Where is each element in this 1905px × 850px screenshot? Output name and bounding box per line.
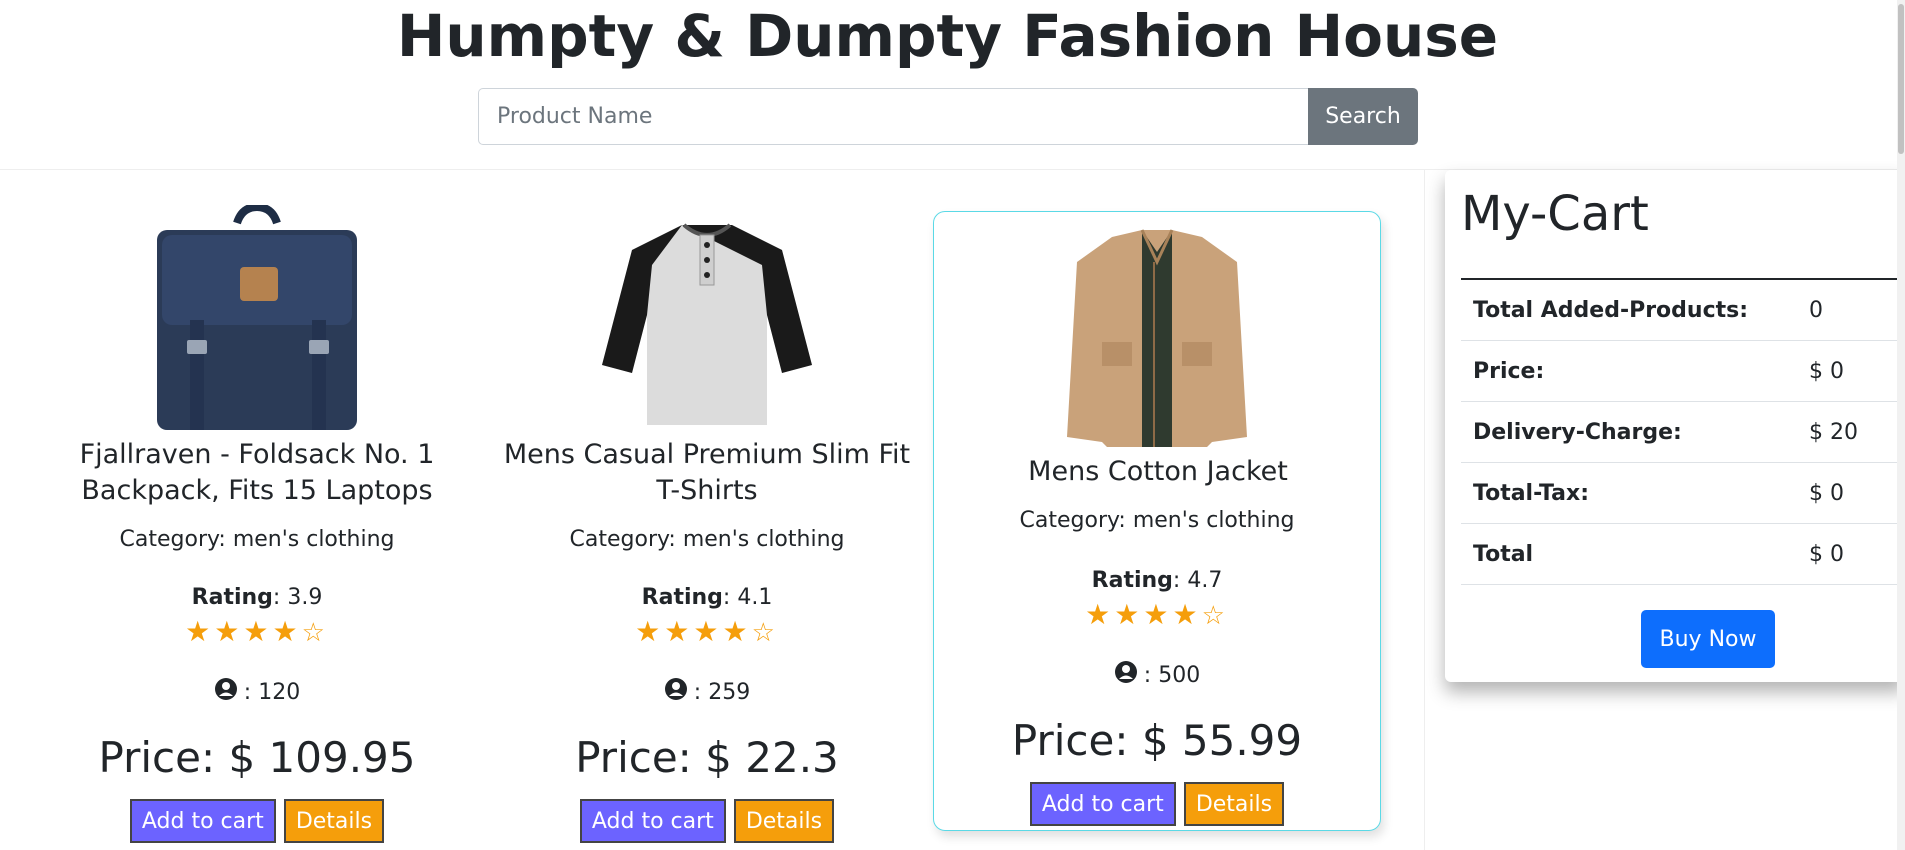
card-actions: Add to cart Details — [483, 799, 931, 843]
cart-row-label: Total Added-Products: — [1473, 297, 1749, 323]
product-price: Price: $ 109.95 — [98, 733, 416, 782]
star-icon: ★ — [214, 615, 244, 648]
page-scrollbar[interactable] — [1897, 0, 1905, 850]
buy-now-button[interactable]: Buy Now — [1641, 610, 1775, 668]
star-icon: ★ — [635, 615, 665, 648]
star-icon: ★ — [1114, 598, 1144, 631]
card-actions: Add to cart Details — [934, 782, 1380, 826]
star-icon: ★ — [185, 615, 215, 648]
cart-row-label: Total — [1473, 541, 1534, 567]
add-to-cart-button[interactable]: Add to cart — [579, 799, 726, 843]
header: Humpty & Dumpty Fashion House Search — [0, 0, 1905, 170]
user-circle-icon — [214, 677, 238, 707]
star-half-icon: ☆ — [1201, 601, 1229, 631]
star-icon: ★ — [664, 615, 694, 648]
details-button[interactable]: Details — [283, 799, 385, 843]
scrollbar-thumb[interactable] — [1898, 4, 1904, 154]
cart-row-value: 0 — [1809, 297, 1823, 323]
star-half-icon: ☆ — [301, 618, 329, 648]
search-input[interactable] — [478, 88, 1308, 145]
star-icon: ★ — [1172, 598, 1202, 631]
product-card: Fjallraven - Foldsack No. 1 Backpack, Fi… — [33, 205, 481, 843]
product-rating: Rating: 4.7 — [934, 568, 1380, 593]
star-icon: ★ — [1143, 598, 1173, 631]
cart-title: My-Cart — [1461, 186, 1649, 242]
cart-row-value: $ 0 — [1809, 541, 1844, 567]
user-circle-icon — [664, 677, 688, 707]
cart-row-delivery: Delivery-Charge: $ 20 — [1461, 402, 1905, 463]
rating-count: : 500 — [934, 660, 1380, 690]
cart-row-value: $ 0 — [1809, 480, 1844, 506]
rating-label: Rating — [1091, 568, 1173, 593]
rating-label: Rating — [641, 585, 723, 610]
rating-value: : 4.1 — [722, 585, 773, 610]
rating-value: : 3.9 — [272, 585, 323, 610]
cart-row-tax: Total-Tax: $ 0 — [1461, 463, 1905, 524]
search-bar: Search — [478, 88, 1418, 145]
product-category: Category: men's clothing — [119, 527, 395, 552]
rating-count-value: : 500 — [1143, 662, 1201, 688]
star-icon: ★ — [272, 615, 302, 648]
star-rating: ★★★★☆ — [483, 615, 931, 648]
details-button[interactable]: Details — [1183, 782, 1285, 826]
user-circle-icon — [1114, 660, 1138, 690]
cart-row-value: $ 0 — [1809, 358, 1844, 384]
cart-row-label: Price: — [1473, 358, 1545, 384]
rating-value: : 4.7 — [1172, 568, 1223, 593]
product-title[interactable]: Mens Casual Premium Slim Fit T-Shirts — [493, 437, 921, 509]
backpack-image[interactable] — [33, 205, 481, 435]
cart-row-price: Price: $ 0 — [1461, 341, 1905, 402]
cart-row-label: Total-Tax: — [1473, 480, 1590, 506]
cart-row-label: Delivery-Charge: — [1473, 419, 1682, 445]
t-shirt-image[interactable] — [483, 205, 931, 435]
cart-panel: My-Cart Total Added-Products: 0 Price: $… — [1445, 170, 1905, 682]
search-button[interactable]: Search — [1308, 88, 1418, 145]
rating-count-value: : 120 — [243, 679, 301, 705]
rating-count: : 259 — [483, 677, 931, 707]
product-category: Category: men's clothing — [569, 527, 845, 552]
star-icon: ★ — [722, 615, 752, 648]
add-to-cart-button[interactable]: Add to cart — [1029, 782, 1176, 826]
product-title[interactable]: Mens Cotton Jacket — [944, 454, 1372, 490]
details-button[interactable]: Details — [733, 799, 835, 843]
product-grid: Fjallraven - Foldsack No. 1 Backpack, Fi… — [0, 170, 1425, 850]
star-rating: ★★★★☆ — [33, 615, 481, 648]
cart-row-total: Total $ 0 — [1461, 524, 1905, 585]
cart-row-total-products: Total Added-Products: 0 — [1461, 280, 1905, 341]
add-to-cart-button[interactable]: Add to cart — [129, 799, 276, 843]
rating-label: Rating — [191, 585, 273, 610]
star-half-icon: ☆ — [751, 618, 779, 648]
rating-count-value: : 259 — [693, 679, 751, 705]
product-price: Price: $ 22.3 — [575, 733, 839, 782]
product-price: Price: $ 55.99 — [1011, 716, 1303, 765]
cart-row-value: $ 20 — [1809, 419, 1858, 445]
star-icon: ★ — [243, 615, 273, 648]
cart-summary-table: Total Added-Products: 0 Price: $ 0 Deliv… — [1461, 278, 1905, 585]
site-title: Humpty & Dumpty Fashion House — [396, 2, 1499, 70]
star-rating: ★★★★☆ — [934, 598, 1380, 631]
product-card: Mens Cotton Jacket Category: men's cloth… — [933, 211, 1381, 831]
product-category: Category: men's clothing — [1019, 508, 1295, 533]
product-rating: Rating: 4.1 — [483, 585, 931, 610]
card-actions: Add to cart Details — [33, 799, 481, 843]
product-rating: Rating: 3.9 — [33, 585, 481, 610]
star-icon: ★ — [693, 615, 723, 648]
product-card: Mens Casual Premium Slim Fit T-Shirts Ca… — [483, 205, 931, 843]
product-title[interactable]: Fjallraven - Foldsack No. 1 Backpack, Fi… — [43, 437, 471, 509]
jacket-image[interactable] — [934, 222, 1380, 452]
rating-count: : 120 — [33, 677, 481, 707]
star-icon: ★ — [1085, 598, 1115, 631]
